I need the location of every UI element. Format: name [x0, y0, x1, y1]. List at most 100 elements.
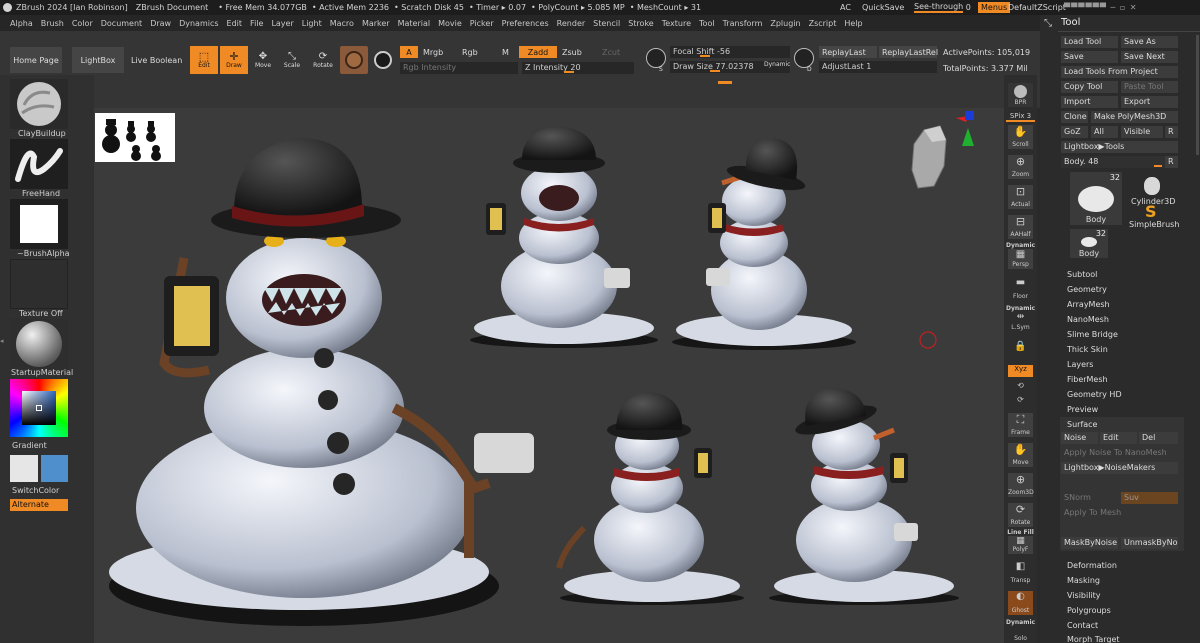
lightbox-noisemakers-button[interactable]: Lightbox▶NoiseMakers: [1061, 462, 1178, 474]
snorm-slider[interactable]: SNorm: [1061, 492, 1118, 504]
copy-tool-button[interactable]: Copy Tool: [1061, 81, 1118, 93]
body-tool-slider[interactable]: Body. 48: [1061, 156, 1165, 168]
lock-icon[interactable]: 🔒: [1008, 341, 1033, 357]
thick-skin-section[interactable]: Thick Skin: [1067, 345, 1108, 354]
contact-section[interactable]: Contact: [1067, 621, 1098, 630]
alternate-button[interactable]: Alternate: [10, 499, 68, 511]
body-subtool-thumbnail[interactable]: 32 Body: [1070, 229, 1108, 258]
material-swatch[interactable]: [340, 46, 368, 74]
lightbox-tools-button[interactable]: Lightbox▶Tools: [1061, 141, 1178, 153]
dynamic-toggle[interactable]: Dynamic: [764, 61, 790, 68]
menu-file[interactable]: File: [246, 19, 267, 28]
simplebrush-label[interactable]: SimpleBrush: [1129, 220, 1179, 229]
apply-to-mesh-button[interactable]: Apply To Mesh: [1061, 507, 1178, 519]
menu-preferences[interactable]: Preferences: [498, 19, 553, 28]
load-tool-button[interactable]: Load Tool: [1061, 36, 1118, 48]
a-toggle[interactable]: A: [400, 46, 418, 58]
scale-button[interactable]: ⤡ Scale: [279, 46, 305, 74]
menu-stencil[interactable]: Stencil: [589, 19, 624, 28]
menu-transform[interactable]: Transform: [719, 19, 767, 28]
menu-layer[interactable]: Layer: [267, 19, 297, 28]
live-boolean-button[interactable]: Live Boolean: [131, 56, 182, 65]
import-button[interactable]: Import: [1061, 96, 1118, 108]
lightbox-button[interactable]: LightBox: [72, 47, 124, 73]
bpr-button[interactable]: BPR: [1008, 83, 1033, 107]
noise-del-button[interactable]: Del: [1139, 432, 1178, 444]
lsym-button[interactable]: ⇹ L.Sym: [1008, 312, 1033, 332]
alpha-thumbnail[interactable]: [10, 199, 68, 249]
masking-section[interactable]: Masking: [1067, 576, 1100, 585]
menus-button[interactable]: Menus: [978, 0, 1011, 15]
menu-movie[interactable]: Movie: [434, 19, 466, 28]
preview-section[interactable]: Preview: [1067, 405, 1098, 414]
focal-shift-slider[interactable]: Focal Shift -56: [670, 46, 790, 58]
save-next-button[interactable]: Save Next: [1121, 51, 1178, 63]
stroke-thumbnail[interactable]: [10, 139, 68, 189]
menu-stroke[interactable]: Stroke: [624, 19, 658, 28]
menu-edit[interactable]: Edit: [223, 19, 247, 28]
visibility-section[interactable]: Visibility: [1067, 591, 1101, 600]
solo-button[interactable]: Solo: [1008, 626, 1033, 643]
menu-dynamics[interactable]: Dynamics: [175, 19, 222, 28]
rotate-axis-icon-2[interactable]: ⟳: [1008, 395, 1033, 407]
suv-slider[interactable]: Suv: [1121, 492, 1178, 504]
clone-button[interactable]: Clone: [1061, 111, 1088, 123]
load-tools-from-project-button[interactable]: Load Tools From Project: [1061, 66, 1178, 78]
paste-tool-button[interactable]: Paste Tool: [1121, 81, 1178, 93]
quicksave-button[interactable]: QuickSave: [862, 0, 904, 15]
home-page-button[interactable]: Home Page: [10, 47, 62, 73]
ghost-button[interactable]: ◐ Ghost: [1008, 591, 1033, 615]
cylinder3d-icon[interactable]: [1144, 177, 1160, 195]
slime-bridge-section[interactable]: Slime Bridge: [1067, 330, 1118, 339]
secondary-color-swatch[interactable]: [41, 455, 68, 482]
goz-button[interactable]: GoZ: [1061, 126, 1088, 138]
surface-section[interactable]: Surface: [1067, 420, 1097, 429]
move-view-button[interactable]: ✋ Move: [1008, 443, 1033, 467]
navigation-head-gizmo[interactable]: [911, 125, 947, 189]
visible-button[interactable]: Visible: [1121, 126, 1163, 138]
menu-material[interactable]: Material: [394, 19, 435, 28]
default-zscript-button[interactable]: DefaultZScript: [1008, 0, 1066, 15]
canvas-viewport[interactable]: [94, 108, 1004, 643]
snowman-three-quarter-view[interactable]: [769, 388, 959, 605]
brush-thumbnail[interactable]: [10, 79, 68, 129]
draw-button[interactable]: ✛ Draw: [220, 46, 248, 74]
document-canvas[interactable]: [94, 108, 1004, 643]
menu-render[interactable]: Render: [553, 19, 589, 28]
adjust-last-slider[interactable]: AdjustLast 1: [819, 61, 937, 73]
z-intensity-slider[interactable]: Z Intensity 20: [522, 62, 634, 74]
rgb-intensity-slider[interactable]: Rgb Intensity: [400, 62, 518, 74]
rotate-view-button[interactable]: ⟳ Rotate: [1008, 503, 1033, 527]
noise-edit-button[interactable]: Edit: [1100, 432, 1137, 444]
body-slider-r-button[interactable]: R: [1165, 156, 1178, 168]
replay-last-button[interactable]: ReplayLast: [819, 46, 877, 58]
menu-document[interactable]: Document: [97, 19, 146, 28]
geometry-hd-section[interactable]: Geometry HD: [1067, 390, 1122, 399]
edit-button[interactable]: ⬚ Edit: [190, 46, 218, 74]
geometry-section[interactable]: Geometry: [1067, 285, 1107, 294]
snowman-main-view[interactable]: [109, 138, 534, 626]
move-button[interactable]: ✥ Move: [250, 46, 276, 74]
noise-button[interactable]: Noise: [1061, 432, 1098, 444]
zadd-toggle[interactable]: Zadd: [519, 46, 557, 58]
frame-button[interactable]: ⛶ Frame: [1008, 413, 1033, 437]
aahalf-button[interactable]: ⊟ AAHalf: [1008, 215, 1033, 239]
polyf-button[interactable]: ▦ PolyF: [1008, 536, 1033, 554]
export-button[interactable]: Export: [1121, 96, 1178, 108]
menu-picker[interactable]: Picker: [466, 19, 498, 28]
mask-by-noise-button[interactable]: MaskByNoise: [1061, 537, 1118, 549]
snowman-front-view[interactable]: [470, 126, 658, 348]
menu-texture[interactable]: Texture: [658, 19, 695, 28]
menu-macro[interactable]: Macro: [326, 19, 358, 28]
rotate-button[interactable]: ⟳ Rotate: [310, 46, 336, 74]
menu-light[interactable]: Light: [298, 19, 326, 28]
menu-help[interactable]: Help: [840, 19, 866, 28]
m-toggle[interactable]: M: [502, 48, 509, 57]
scroll-button[interactable]: ✋ Scroll: [1008, 125, 1033, 149]
arraymesh-section[interactable]: ArrayMesh: [1067, 300, 1110, 309]
persp-button[interactable]: ▦ Persp: [1008, 249, 1033, 269]
main-color-swatch[interactable]: [10, 455, 38, 482]
snowman-side-view[interactable]: [672, 138, 856, 350]
window-controls[interactable]: ▀▀▀▀▀▀ ─ ▫ ✕: [1064, 0, 1137, 15]
deformation-section[interactable]: Deformation: [1067, 561, 1117, 570]
